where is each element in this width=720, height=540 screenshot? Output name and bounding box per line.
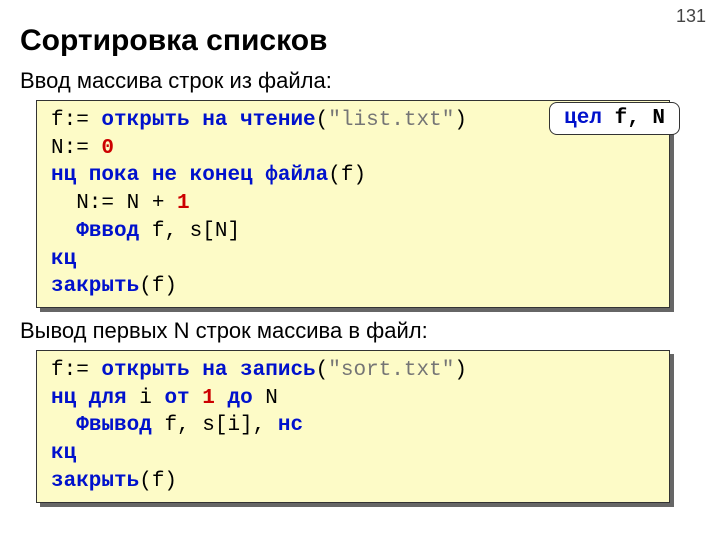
- code-text: ): [454, 109, 467, 132]
- page-number: 131: [676, 6, 706, 27]
- code-kw: кц: [51, 248, 76, 271]
- code-num: 1: [202, 387, 215, 410]
- code-block-1-wrap: цел f, N f:= открыть на чтение("list.txt…: [36, 100, 670, 308]
- code-num: 0: [101, 137, 114, 160]
- code-str: "sort.txt": [328, 359, 454, 382]
- code-text: i: [127, 387, 165, 410]
- code-text: N: [253, 387, 278, 410]
- code-text: [177, 164, 190, 187]
- code-kw: конец файла: [190, 164, 329, 187]
- code-text: [51, 220, 76, 243]
- code-str: "list.txt": [328, 109, 454, 132]
- code-text: (: [316, 359, 329, 382]
- code-kw: кц: [51, 442, 76, 465]
- code-text: f:=: [51, 109, 101, 132]
- section2-heading: Вывод первых N строк массива в файл:: [20, 318, 700, 344]
- code-text: [215, 387, 228, 410]
- code-text: N:=: [51, 137, 101, 160]
- code-block-2: f:= открыть на запись("sort.txt") нц для…: [36, 350, 670, 503]
- code-kw: Фвывод: [76, 414, 152, 437]
- code-kw: нц для: [51, 387, 127, 410]
- code-kw: от: [164, 387, 189, 410]
- code-text: (f): [328, 164, 366, 187]
- code-text: [190, 387, 203, 410]
- page-title: Сортировка списков: [20, 24, 700, 58]
- code-text: (f): [139, 470, 177, 493]
- code-text: f, s[i],: [152, 414, 278, 437]
- section1-heading: Ввод массива строк из файла:: [20, 68, 700, 94]
- code-kw: закрыть: [51, 275, 139, 298]
- code-text: (: [316, 109, 329, 132]
- annotation-kw: цел: [564, 107, 602, 130]
- code-kw: нс: [278, 414, 303, 437]
- code-text: f:=: [51, 359, 101, 382]
- code-kw: Фввод: [76, 220, 139, 243]
- annotation-box: цел f, N: [549, 102, 680, 135]
- code-text: f, s[N]: [139, 220, 240, 243]
- code-block-2-wrap: f:= открыть на запись("sort.txt") нц для…: [36, 350, 670, 503]
- code-kw: закрыть: [51, 470, 139, 493]
- code-kw: открыть на запись: [101, 359, 315, 382]
- annotation-vars: f, N: [602, 107, 665, 130]
- code-text: N:= N +: [51, 192, 177, 215]
- code-kw: открыть на чтение: [101, 109, 315, 132]
- code-text: ): [454, 359, 467, 382]
- code-text: (f): [139, 275, 177, 298]
- code-num: 1: [177, 192, 190, 215]
- code-kw: до: [227, 387, 252, 410]
- code-text: [51, 414, 76, 437]
- code-kw: нц пока не: [51, 164, 177, 187]
